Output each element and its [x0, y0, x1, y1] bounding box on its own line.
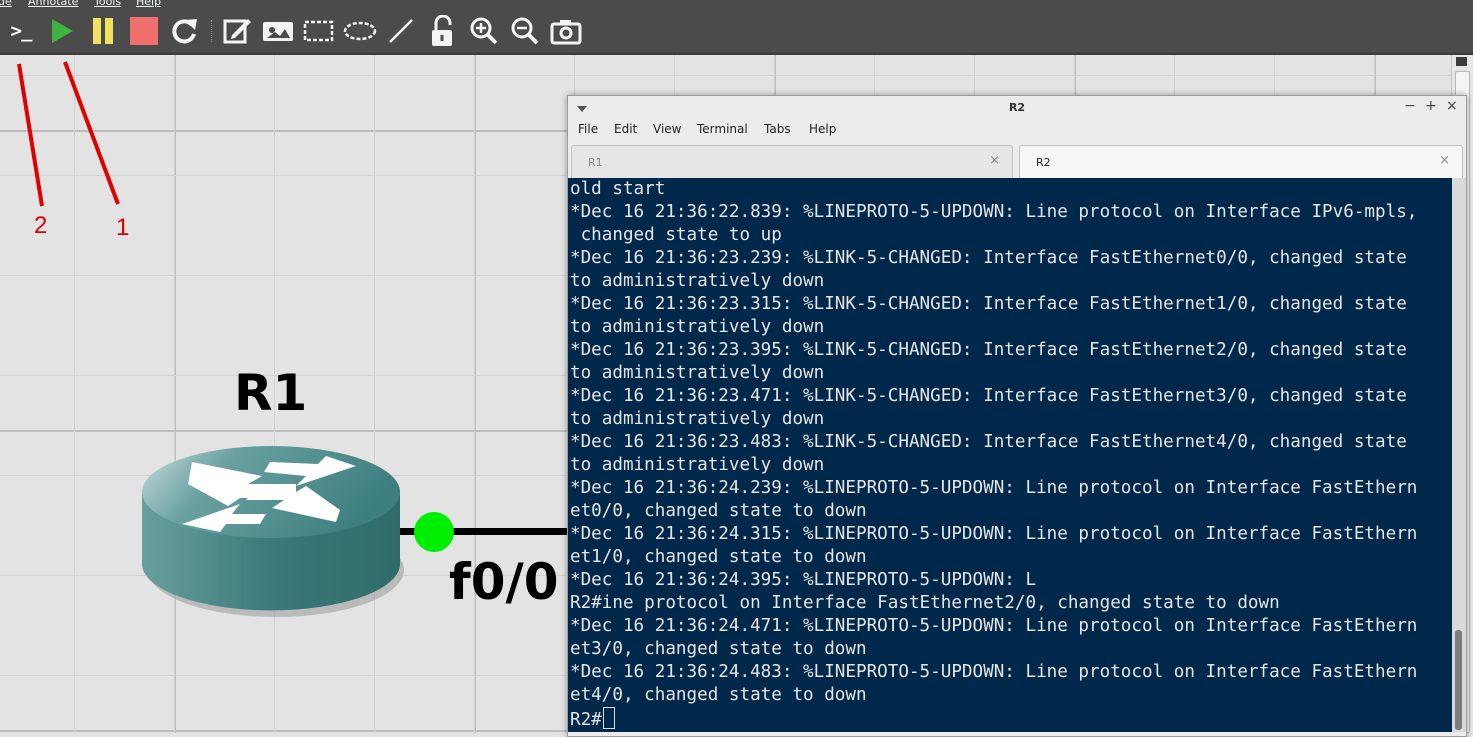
tab-r2[interactable]: R2 × [1019, 145, 1463, 178]
scroll-up-arrow-icon[interactable] [1456, 57, 1467, 66]
terminal-menu-bar: File Edit View Terminal Tabs Help [568, 122, 1466, 142]
annotation-label-1: 1 [116, 214, 130, 241]
zoom-out-button[interactable] [508, 14, 542, 48]
draw-ellipse-icon [343, 21, 377, 41]
terminal-line: et1/0, changed state to down [570, 547, 867, 567]
tab-r1[interactable]: R1 × [571, 145, 1013, 178]
menu-item-node[interactable]: de [0, 0, 12, 8]
terminal-line: to administratively down [570, 455, 825, 475]
tab-close-icon[interactable]: × [1439, 153, 1450, 168]
minimize-icon[interactable]: − [1404, 98, 1416, 114]
terminal-line: *Dec 16 21:36:23.395: %LINK-5-CHANGED: I… [570, 340, 1407, 360]
start-button[interactable] [45, 14, 79, 48]
draw-ellipse-button[interactable] [343, 14, 377, 48]
close-icon[interactable]: × [1446, 98, 1458, 114]
maximize-icon[interactable]: + [1425, 98, 1437, 114]
terminal-scrollbar-thumb[interactable] [1455, 630, 1462, 730]
tab-label: R1 [588, 156, 603, 169]
terminal-menu-tabs[interactable]: Tabs [764, 122, 791, 136]
menu-bar: de Annotate Tools Help [0, 0, 1473, 8]
terminal-titlebar[interactable]: R2 − + × [568, 96, 1466, 120]
suspend-icon [93, 18, 113, 44]
terminal-line: *Dec 16 21:36:23.239: %LINK-5-CHANGED: I… [570, 248, 1407, 268]
stop-icon [130, 17, 158, 45]
terminal-window[interactable]: R2 − + × File Edit View Terminal Tabs He… [567, 95, 1467, 737]
terminal-line: *Dec 16 21:36:24.483: %LINEPROTO-5-UPDOW… [570, 662, 1418, 682]
terminal-menu-terminal[interactable]: Terminal [697, 122, 748, 136]
menu-item-tools[interactable]: Tools [94, 0, 121, 8]
terminal-menu-file[interactable]: File [578, 122, 598, 136]
draw-line-button[interactable] [384, 14, 418, 48]
terminal-line: old start [570, 179, 666, 199]
stop-button[interactable] [127, 14, 161, 48]
screenshot-button[interactable] [549, 14, 583, 48]
terminal-line: et4/0, changed state to down [570, 685, 867, 705]
terminal-line: R2#ine protocol on Interface FastEtherne… [570, 593, 1280, 613]
toolbar-separator [211, 20, 214, 42]
annotation-lines [17, 61, 120, 207]
zoom-out-icon [511, 17, 539, 45]
terminal-line: *Dec 16 21:36:24.239: %LINEPROTO-5-UPDOW… [570, 478, 1418, 498]
terminal-menu-edit[interactable]: Edit [614, 122, 637, 136]
draw-line-icon [389, 19, 413, 43]
insert-picture-button[interactable] [261, 14, 295, 48]
toolbar: >_ [0, 8, 1473, 55]
terminal-line: *Dec 16 21:36:24.395: %LINEPROTO-5-UPDOW… [570, 570, 1037, 590]
terminal-line: to administratively down [570, 317, 825, 337]
lock-icon [432, 15, 452, 46]
add-note-button[interactable] [220, 14, 254, 48]
draw-rectangle-icon [303, 20, 334, 42]
port-label: f0/0 [449, 553, 559, 611]
start-icon [52, 19, 73, 43]
terminal-line: *Dec 16 21:36:23.315: %LINK-5-CHANGED: I… [570, 294, 1407, 314]
menu-item-help[interactable]: Help [136, 0, 161, 8]
lock-button[interactable] [425, 14, 459, 48]
terminal-line: et0/0, changed state to down [570, 501, 867, 521]
terminal-menu-view[interactable]: View [653, 122, 681, 136]
annotation-line-1 [63, 61, 120, 205]
terminal-line: to administratively down [570, 271, 825, 291]
tab-close-icon[interactable]: × [989, 153, 1000, 168]
terminal-cursor [602, 707, 615, 729]
terminal-output[interactable]: old start *Dec 16 21:36:22.839: %LINEPROT… [568, 178, 1452, 732]
console-icon: >_ [10, 20, 33, 42]
reload-button[interactable] [167, 14, 201, 48]
zoom-in-button[interactable] [467, 14, 501, 48]
terminal-line: to administratively down [570, 409, 825, 429]
terminal-line: changed state to up [570, 225, 782, 245]
insert-picture-icon [263, 22, 293, 41]
terminal-scrollbar[interactable] [1452, 178, 1466, 732]
router-icon[interactable] [136, 440, 416, 630]
terminal-line: *Dec 16 21:36:23.471: %LINK-5-CHANGED: I… [570, 386, 1407, 406]
terminal-line: et3/0, changed state to down [570, 639, 867, 659]
console-button[interactable]: >_ [4, 14, 38, 48]
reload-icon [172, 19, 197, 44]
terminal-line: to administratively down [570, 363, 825, 383]
terminal-menu-help[interactable]: Help [809, 122, 836, 136]
annotation-line-2 [17, 63, 44, 207]
terminal-title: R2 [1008, 101, 1026, 114]
menu-item-annotate[interactable]: Annotate [28, 0, 78, 8]
terminal-line: *Dec 16 21:36:23.483: %LINK-5-CHANGED: I… [570, 432, 1407, 452]
terminal-line: *Dec 16 21:36:24.471: %LINEPROTO-5-UPDOW… [570, 616, 1418, 636]
annotation-label-2: 2 [34, 212, 48, 239]
terminal-prompt: R2# [570, 710, 602, 730]
tab-label: R2 [1036, 156, 1051, 169]
terminal-line: *Dec 16 21:36:24.315: %LINEPROTO-5-UPDOW… [570, 524, 1418, 544]
terminal-line: *Dec 16 21:36:22.839: %LINEPROTO-5-UPDOW… [570, 202, 1418, 222]
terminal-tab-bar: R1 × R2 × [568, 142, 1466, 178]
zoom-in-icon [470, 17, 498, 45]
suspend-button[interactable] [86, 14, 120, 48]
terminal-prompt-line[interactable]: R2# [568, 707, 1452, 730]
draw-rectangle-button[interactable] [302, 14, 336, 48]
router-label: R1 [234, 364, 308, 422]
link-status-indicator [414, 512, 454, 552]
screenshot-icon [550, 20, 582, 45]
add-note-icon [223, 19, 251, 44]
